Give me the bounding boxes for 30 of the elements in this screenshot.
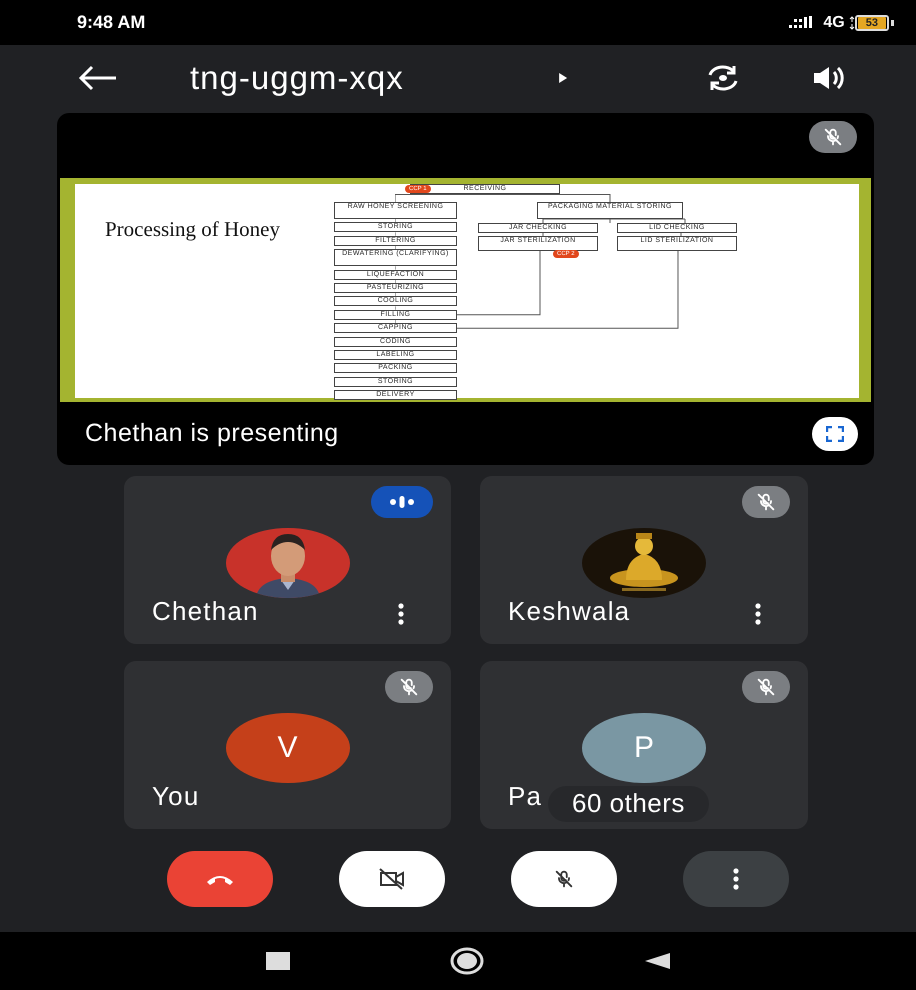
connector-line [395, 306, 396, 310]
camera-off-icon [378, 868, 406, 890]
more-options-icon[interactable] [754, 602, 762, 626]
avatar-circle: V [226, 713, 350, 783]
speaker-icon[interactable] [812, 64, 846, 90]
participant-name: Chethan [152, 596, 259, 627]
mic-off-icon [553, 868, 575, 890]
presenting-caption: Chethan is presenting [85, 419, 340, 448]
connector-line [542, 232, 544, 236]
participant-name: Pa [508, 781, 542, 812]
data-arrows-icon [848, 16, 855, 30]
home-icon[interactable] [450, 947, 484, 975]
connector-line [395, 266, 396, 270]
fullscreen-icon [826, 426, 844, 442]
connector-line [395, 232, 396, 236]
participant-name: You [152, 781, 200, 812]
others-count[interactable]: 60 others [548, 786, 709, 822]
fullscreen-button[interactable] [812, 416, 858, 450]
more-options-icon [732, 867, 740, 891]
avatar-circle: P [582, 713, 706, 783]
connector-line [680, 232, 682, 236]
back-icon[interactable] [644, 952, 670, 970]
participant-name: Keshwala [508, 596, 630, 627]
slide-title: Processing of Honey [105, 218, 281, 240]
meeting-code[interactable]: tng-uggm-xqx [190, 58, 404, 96]
back-arrow-icon[interactable] [78, 64, 118, 90]
network-type: 4G [823, 14, 845, 32]
more-options-icon[interactable] [397, 602, 405, 626]
switch-camera-icon[interactable] [706, 62, 740, 92]
status-time: 9:48 AM [77, 12, 146, 33]
